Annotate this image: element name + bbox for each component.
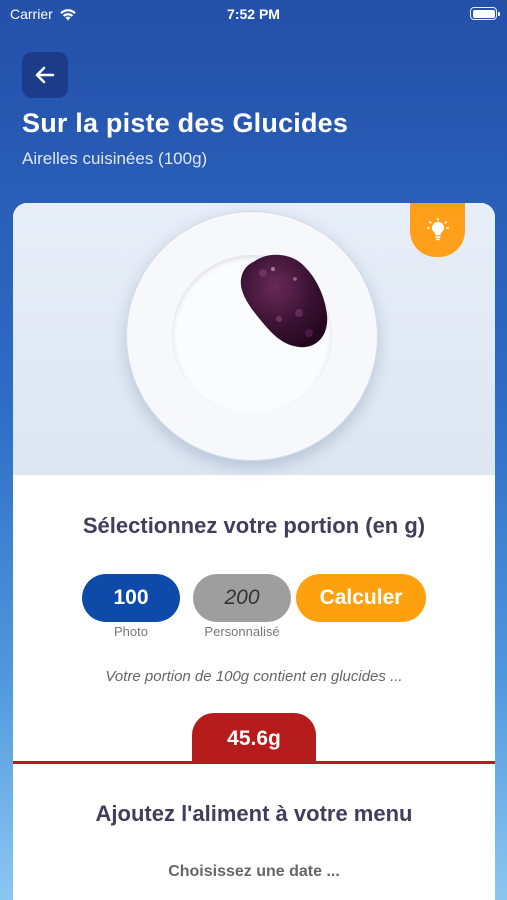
food-photo <box>13 203 495 475</box>
food-subtitle: Airelles cuisinées (100g) <box>22 149 208 168</box>
menu-title: Ajoutez l'aliment à votre menu <box>95 801 413 826</box>
photo-portion-caption: Photo <box>114 624 148 639</box>
back-button[interactable] <box>22 52 68 98</box>
page-title: Sur la piste des Glucides <box>22 108 349 138</box>
status-bar: Carrier 7:52 PM <box>0 0 507 30</box>
portion-info-text: Votre portion de 100g contient en glucid… <box>105 668 403 685</box>
food-card: Sélectionnez votre portion (en g) 100 Ph… <box>13 203 495 900</box>
carbs-result-badge: 45.6g <box>192 713 316 763</box>
status-time: 7:52 PM <box>227 6 280 22</box>
tip-button[interactable] <box>410 203 465 257</box>
result-divider <box>13 761 495 764</box>
photo-portion-button[interactable]: 100 <box>82 574 180 622</box>
custom-portion-input[interactable]: 200 <box>193 574 291 622</box>
arrow-left-icon <box>35 66 55 84</box>
cranberry-sauce-image <box>240 254 328 348</box>
date-picker-prompt[interactable]: Choisissez une date ... <box>13 863 495 881</box>
battery-icon <box>470 7 500 20</box>
custom-portion-caption: Personnalisé <box>204 624 280 639</box>
lightbulb-icon <box>426 218 449 241</box>
portion-title: Sélectionnez votre portion (en g) <box>82 513 426 538</box>
calculate-button[interactable]: Calculer <box>296 574 426 622</box>
